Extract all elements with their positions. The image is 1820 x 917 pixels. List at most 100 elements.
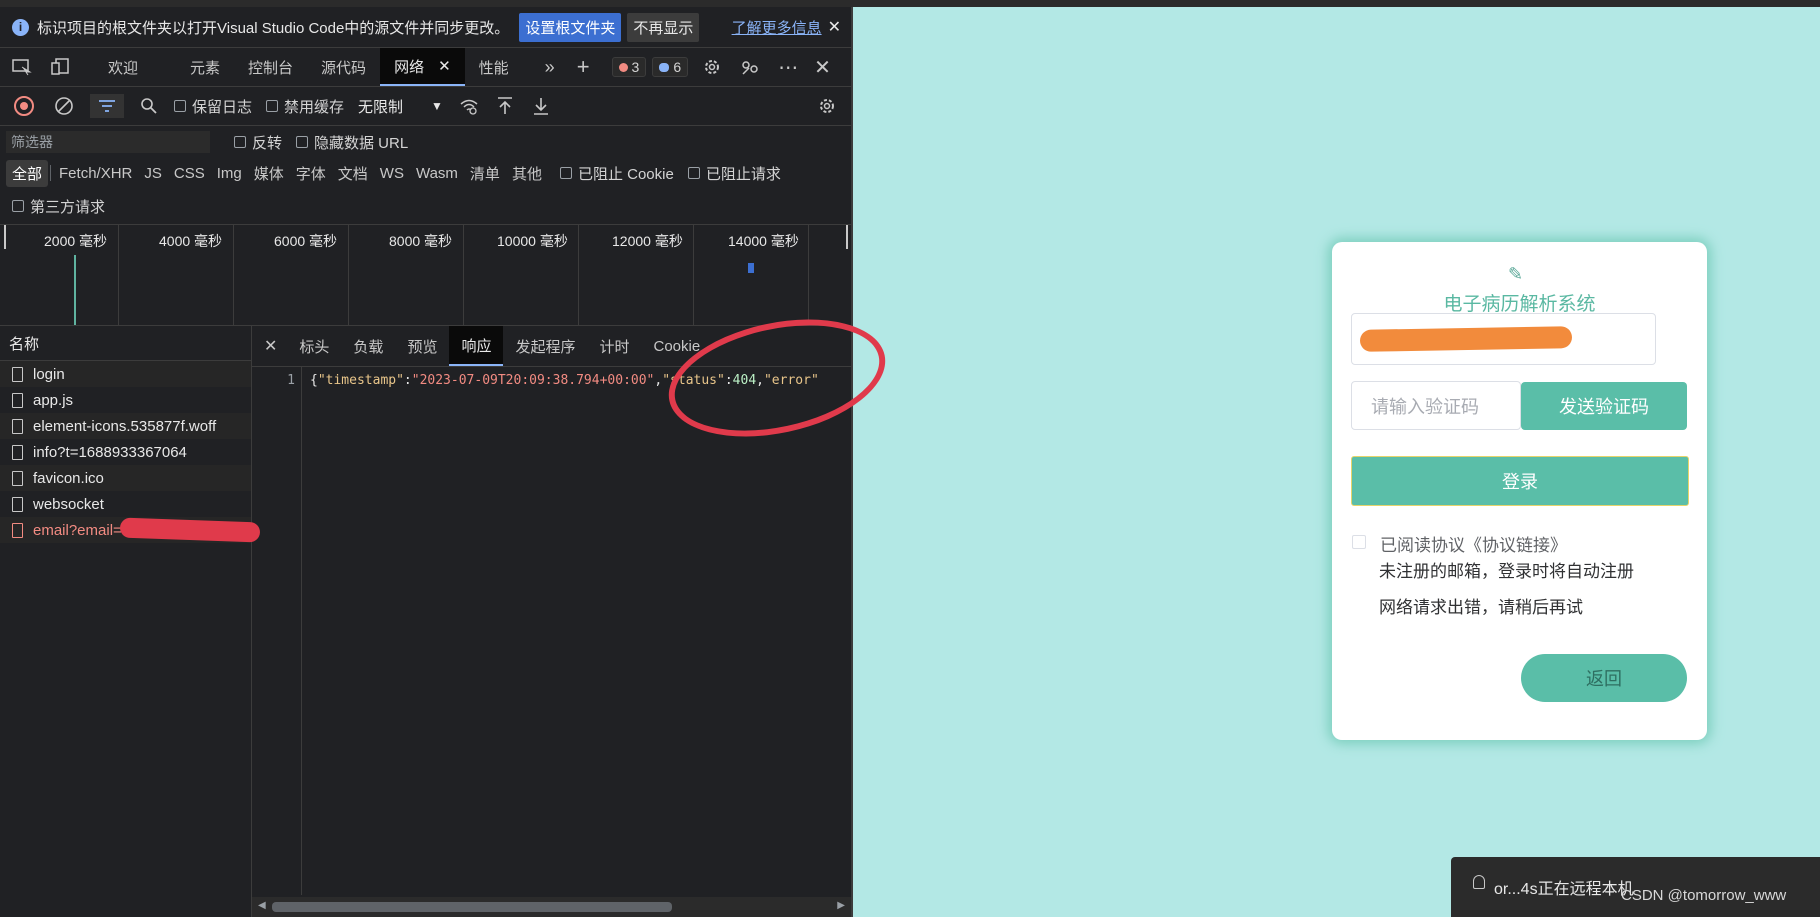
- timeline-handle[interactable]: [846, 225, 848, 249]
- timeline-label: 10000 毫秒: [497, 233, 568, 249]
- tab-welcome[interactable]: 欢迎: [94, 48, 152, 86]
- type-filter-item[interactable]: 全部: [6, 159, 49, 187]
- tab-response[interactable]: 响应: [449, 326, 504, 366]
- type-filter-item[interactable]: Img: [211, 165, 248, 182]
- request-row[interactable]: app.js: [0, 387, 251, 413]
- preserve-log-checkbox[interactable]: [174, 100, 186, 112]
- type-filter-item[interactable]: Fetch/XHR: [53, 165, 138, 182]
- file-icon: [12, 366, 23, 382]
- timeline-request-bar: [748, 263, 754, 273]
- file-icon: [12, 444, 23, 460]
- response-viewer[interactable]: 1 {"timestamp":"2023-07-09T20:09:38.794+…: [252, 367, 851, 895]
- network-settings-icon[interactable]: [817, 96, 837, 116]
- invert-checkbox[interactable]: [234, 136, 246, 148]
- type-filter-item[interactable]: 其他: [506, 163, 548, 184]
- throttle-select[interactable]: 无限制 ▼: [358, 96, 443, 117]
- learn-more-link[interactable]: 了解更多信息: [732, 17, 822, 38]
- request-name: element-icons.535877f.woff: [33, 417, 217, 435]
- record-icon[interactable]: [14, 96, 34, 116]
- request-name: info?t=1688933367064: [33, 443, 187, 461]
- timeline-tick: [808, 225, 809, 325]
- blocked-cookies-checkbox[interactable]: [559, 167, 572, 179]
- export-har-icon[interactable]: [533, 97, 549, 115]
- timeline-handle[interactable]: [4, 225, 6, 249]
- close-infobar-icon[interactable]: ✕: [828, 17, 841, 37]
- close-tab-icon[interactable]: ✕: [438, 57, 451, 75]
- request-row[interactable]: info?t=1688933367064: [0, 439, 251, 465]
- more-options-icon[interactable]: ⋯: [778, 55, 798, 80]
- hide-data-urls-label: 隐藏数据 URL: [314, 134, 409, 152]
- tab-console[interactable]: 控制台: [234, 48, 307, 86]
- infobar-message: 标识项目的根文件夹以打开Visual Studio Code中的源文件并同步更改…: [37, 19, 510, 37]
- clear-icon[interactable]: [54, 96, 74, 116]
- throttle-value: 无限制: [358, 98, 404, 116]
- horizontal-scrollbar[interactable]: ◀ ▶: [252, 897, 851, 917]
- third-party-row: 第三方请求: [0, 188, 851, 225]
- tab-performance[interactable]: 性能: [465, 48, 523, 86]
- devtools-panel: i 标识项目的根文件夹以打开Visual Studio Code中的源文件并同步…: [0, 7, 851, 917]
- gear-icon[interactable]: [702, 57, 722, 77]
- tab-initiator[interactable]: 发起程序: [503, 326, 587, 366]
- send-code-button[interactable]: 发送验证码: [1521, 382, 1687, 430]
- tab-headers[interactable]: 标头: [287, 326, 341, 366]
- type-filter-item[interactable]: 清单: [464, 163, 506, 184]
- tab-network[interactable]: 网络 ✕: [380, 48, 465, 86]
- search-icon[interactable]: [140, 97, 158, 115]
- back-button[interactable]: 返回: [1521, 654, 1687, 702]
- name-column-header[interactable]: 名称: [0, 326, 251, 361]
- third-party-checkbox[interactable]: [12, 200, 24, 212]
- hide-data-urls-checkbox[interactable]: [296, 136, 309, 148]
- blocked-requests-label: 已阻止请求: [705, 165, 781, 183]
- type-filter-item[interactable]: 媒体: [248, 163, 290, 184]
- tab-timing[interactable]: 计时: [587, 326, 641, 366]
- type-filter-item[interactable]: 字体: [290, 163, 332, 184]
- blocked-requests-checkbox[interactable]: [687, 167, 700, 179]
- tab-preview[interactable]: 预览: [395, 326, 449, 366]
- network-conditions-icon[interactable]: [459, 97, 479, 115]
- message-count-badge[interactable]: 6: [652, 57, 689, 77]
- dont-show-again-button[interactable]: 不再显示: [627, 12, 700, 42]
- code-token: {: [310, 373, 318, 388]
- main-tabbar: 欢迎 元素 控制台 源代码 网络 ✕ 性能 » + 3 6 ⋯ ✕: [0, 48, 851, 87]
- request-row[interactable]: login: [0, 361, 251, 387]
- import-har-icon[interactable]: [497, 97, 513, 115]
- inspect-element-icon[interactable]: [12, 58, 32, 76]
- redaction-scribble: [1359, 326, 1573, 352]
- tab-payload[interactable]: 负载: [341, 326, 395, 366]
- type-filter-item[interactable]: CSS: [168, 165, 211, 182]
- close-devtools-icon[interactable]: ✕: [814, 55, 831, 80]
- more-tabs-icon[interactable]: »: [545, 57, 555, 78]
- agreement-label[interactable]: 已阅读协议《协议链接》: [1380, 531, 1567, 556]
- type-filter-item[interactable]: JS: [138, 165, 168, 182]
- set-root-folder-button[interactable]: 设置根文件夹: [519, 12, 622, 42]
- pane-divider[interactable]: [851, 7, 853, 917]
- customize-icon[interactable]: [740, 57, 760, 77]
- type-filter-item[interactable]: WS: [374, 165, 410, 182]
- unregistered-hint: 未注册的邮箱，登录时将自动注册: [1379, 562, 1634, 581]
- error-count-badge[interactable]: 3: [611, 57, 647, 77]
- scroll-right-icon[interactable]: ▶: [837, 900, 845, 911]
- filter-input[interactable]: 筛选器: [6, 131, 210, 153]
- filter-icon[interactable]: [90, 94, 124, 118]
- network-overview-timeline[interactable]: 2000 毫秒 4000 毫秒 6000 毫秒 8000 毫秒 10000 毫秒…: [0, 225, 851, 326]
- agreement-checkbox[interactable]: [1352, 535, 1366, 549]
- timeline-tick: [233, 225, 234, 325]
- disable-cache-checkbox[interactable]: [266, 100, 279, 112]
- verification-code-input[interactable]: 请输入验证码: [1351, 381, 1521, 430]
- file-icon: [12, 418, 23, 434]
- device-toolbar-icon[interactable]: [50, 58, 70, 76]
- type-filter-item[interactable]: 文档: [332, 163, 374, 184]
- add-tab-icon[interactable]: +: [577, 54, 590, 80]
- file-icon: [12, 522, 23, 538]
- request-name: login: [33, 365, 65, 383]
- login-button[interactable]: 登录: [1351, 456, 1689, 506]
- request-row[interactable]: favicon.ico: [0, 465, 251, 491]
- tab-elements[interactable]: 元素: [176, 48, 234, 86]
- type-filter-item[interactable]: Wasm: [410, 165, 464, 182]
- scrollbar-thumb[interactable]: [272, 902, 672, 912]
- request-row[interactable]: websocket: [0, 491, 251, 517]
- close-detail-icon[interactable]: ✕: [252, 326, 287, 366]
- request-row[interactable]: element-icons.535877f.woff: [0, 413, 251, 439]
- scroll-left-icon[interactable]: ◀: [258, 900, 266, 911]
- tab-sources[interactable]: 源代码: [307, 48, 380, 86]
